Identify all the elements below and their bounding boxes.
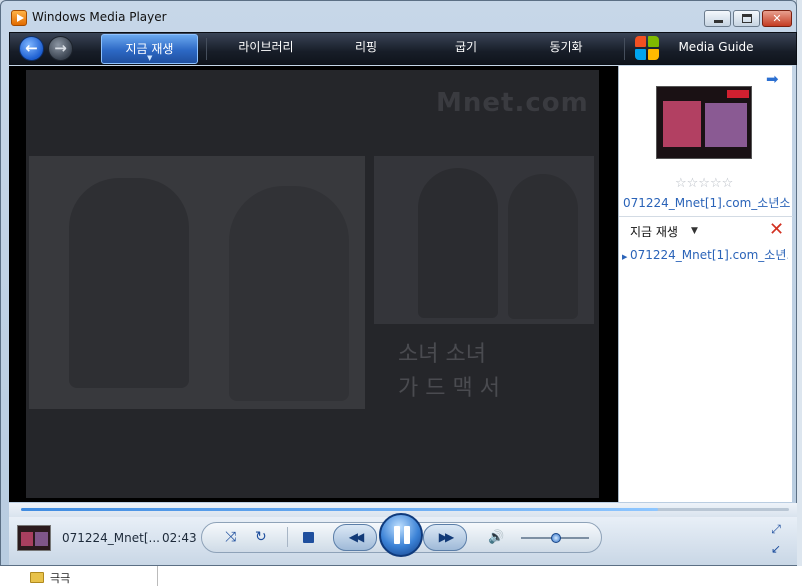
tab-label: 굽기 — [454, 40, 478, 54]
playlist-item[interactable]: 071224_Mnet[1].com_소년... — [630, 246, 788, 263]
video-scene-right — [374, 156, 594, 324]
collapse-pane-icon[interactable]: ➡ — [766, 70, 779, 88]
video-scene-left — [29, 156, 365, 409]
current-track-name: 071224_Mnet[... — [62, 531, 160, 545]
transport-controls: 071224_Mnet[... 02:43 ⤨ ↻ ◀◀ ▶▶ 🔊 ⤢ ↙ — [9, 513, 797, 565]
rewind-icon: ◀◀ — [348, 530, 364, 544]
maximize-button[interactable] — [733, 10, 760, 27]
tab-label: 리핑 — [354, 40, 378, 54]
tab-library[interactable]: 라이브러리 — [215, 33, 317, 64]
clear-list-icon[interactable]: ✕ — [769, 219, 784, 240]
elapsed-time[interactable]: 02:43 — [162, 531, 197, 545]
minimize-button[interactable] — [704, 10, 731, 27]
tab-label: 라이브러리 — [238, 40, 294, 54]
shuffle-icon[interactable]: ⤨ — [225, 529, 236, 545]
video-area[interactable]: Mnet.com 소녀 소녀 가 드 맥 서 — [9, 66, 618, 502]
tab-separator — [206, 38, 207, 60]
repeat-icon[interactable]: ↻ — [255, 529, 267, 545]
title-bar[interactable]: Windows Media Player ✕ — [1, 1, 796, 31]
minimize-icon — [714, 20, 723, 23]
forward-button[interactable]: → — [48, 36, 73, 61]
pause-icon — [394, 526, 400, 544]
album-art[interactable] — [656, 86, 752, 159]
chevron-down-icon[interactable]: ▼ — [691, 223, 698, 239]
tab-media-guide[interactable]: Media Guide — [670, 33, 762, 64]
previous-button[interactable]: ◀◀ — [333, 524, 377, 551]
back-button[interactable]: ← — [19, 36, 44, 61]
folder-icon[interactable] — [30, 572, 44, 583]
speaker-icon[interactable]: 🔊 — [488, 530, 504, 545]
back-arrow-icon: ← — [25, 39, 38, 57]
seek-progress — [21, 508, 659, 511]
volume-slider[interactable] — [521, 533, 589, 543]
play-pause-button[interactable] — [379, 513, 423, 557]
full-screen-icon[interactable]: ⤢ — [768, 521, 784, 537]
close-button[interactable]: ✕ — [762, 10, 792, 27]
current-media-thumbnail[interactable] — [17, 525, 51, 551]
next-button[interactable]: ▶▶ — [423, 524, 467, 551]
tab-sync[interactable]: 동기화 — [525, 33, 607, 64]
channel-watermark: Mnet.com — [436, 88, 589, 118]
tab-now-playing[interactable]: 지금 재생 ▼ — [101, 34, 198, 64]
caption-line-1: 소녀 소녀 — [398, 342, 486, 367]
stop-icon[interactable] — [303, 532, 314, 543]
now-playing-list-label[interactable]: 지금 재생 — [630, 223, 678, 240]
pause-icon — [404, 526, 410, 544]
forward-arrow-icon: → — [54, 39, 67, 57]
windows-logo-icon — [635, 36, 660, 61]
tab-separator — [624, 38, 625, 60]
navigation-bar: ← → 지금 재생 ▼ 라이브러리 리핑 굽기 동기화 Media Guide — [9, 32, 797, 65]
video-frame[interactable]: Mnet.com 소녀 소녀 가 드 맥 서 — [26, 70, 599, 498]
seek-track[interactable] — [21, 508, 789, 511]
media-title-link[interactable]: 071224_Mnet[1].com_소년소... — [623, 194, 791, 211]
tab-burn[interactable]: 굽기 — [425, 33, 507, 64]
switch-to-skin-icon[interactable]: ↙ — [768, 541, 784, 557]
folder-label[interactable]: 극극 — [50, 570, 70, 586]
media-player-window: Windows Media Player ✕ ← → 지금 재생 ▼ 라이브러리… — [0, 0, 797, 566]
close-icon: ✕ — [772, 12, 782, 25]
playing-indicator-icon: ▶ — [622, 253, 628, 261]
media-player-icon — [11, 10, 27, 26]
tab-label: 동기화 — [549, 40, 583, 54]
divider — [157, 566, 158, 586]
tab-rip[interactable]: 리핑 — [325, 33, 407, 64]
window-title: Windows Media Player — [32, 10, 167, 24]
caption-line-2: 가 드 맥 서 — [398, 376, 500, 401]
rating-stars[interactable]: ☆☆☆☆☆ — [675, 176, 733, 191]
desktop-strip: 극극 — [0, 566, 802, 586]
video-caption: 소녀 소녀 가 드 맥 서 — [398, 338, 500, 406]
control-separator — [287, 527, 288, 547]
fast-forward-icon: ▶▶ — [438, 530, 454, 544]
divider — [619, 216, 793, 217]
list-pane: ➡ ☆☆☆☆☆ 071224_Mnet[1].com_소년소... 지금 재생 … — [618, 66, 793, 502]
tab-label: Media Guide — [678, 40, 754, 54]
maximize-icon — [742, 14, 752, 23]
chevron-down-icon[interactable]: ▼ — [147, 55, 152, 62]
